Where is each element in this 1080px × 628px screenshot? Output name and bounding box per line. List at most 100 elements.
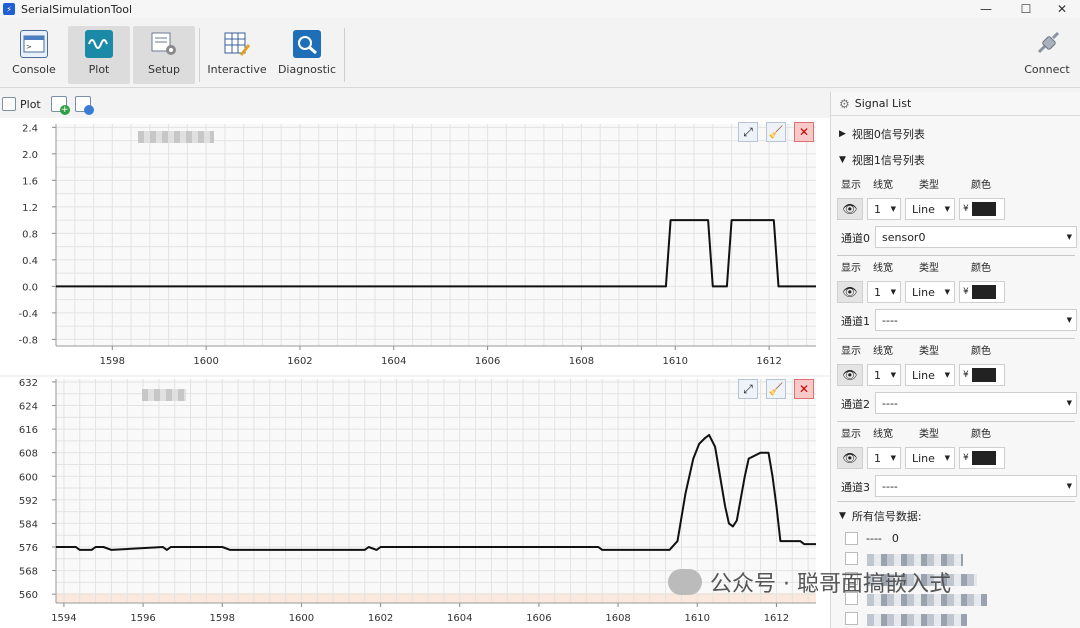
- channel-source-select[interactable]: sensor0 ▼: [875, 226, 1077, 248]
- chevron-down-icon: ¥: [963, 370, 969, 380]
- show-header: 显示: [841, 180, 861, 191]
- signal-checkbox[interactable]: [845, 552, 858, 565]
- setup-button[interactable]: Setup: [133, 26, 195, 84]
- x-tick-label: 1602: [287, 356, 312, 367]
- y-tick-label: 0.4: [22, 256, 38, 267]
- color-picker-button[interactable]: ¥: [959, 281, 1005, 303]
- signal-checkbox[interactable]: [845, 532, 858, 545]
- line-width-select[interactable]: 1 ▼: [867, 447, 901, 469]
- x-tick-label: 1598: [100, 356, 125, 367]
- x-tick-label: 1612: [756, 356, 781, 367]
- console-button[interactable]: > Console: [6, 26, 62, 84]
- signal-checkbox[interactable]: [845, 612, 858, 625]
- y-tick-label: 1.2: [22, 203, 38, 214]
- y-tick-label: 608: [19, 449, 38, 460]
- channel-label: 通道1: [841, 315, 870, 328]
- dropdown-arrow-icon: ▼: [890, 371, 896, 379]
- x-tick-label: 1600: [289, 613, 314, 624]
- line-type-select[interactable]: Line ▼: [905, 281, 955, 303]
- visibility-toggle[interactable]: 👁: [837, 364, 863, 386]
- y-tick-label: 2.0: [22, 150, 38, 161]
- color-picker-button[interactable]: ¥: [959, 198, 1005, 220]
- signal-entry[interactable]: [845, 552, 866, 565]
- color-swatch: [971, 368, 996, 382]
- y-tick-label: 2.4: [22, 123, 38, 134]
- blurred-title: [138, 131, 214, 143]
- plot-button[interactable]: Plot: [68, 26, 130, 84]
- wechat-logo-icon: [668, 569, 702, 595]
- toolbar-separator: [344, 28, 345, 82]
- channel-source-select[interactable]: ---- ▼: [875, 309, 1077, 331]
- add-plot-icon[interactable]: +: [50, 96, 70, 115]
- dropdown-arrow-icon: ▼: [1066, 233, 1072, 241]
- dropdown-arrow-icon: ▼: [944, 205, 950, 213]
- visibility-toggle[interactable]: 👁: [837, 198, 863, 220]
- line-type-select[interactable]: Line ▼: [905, 447, 955, 469]
- signal-list-panel: ⚙ Signal List ▶ 视图0信号列表 ▼ 视图1信号列表 显示 线宽 类型…: [830, 92, 1080, 628]
- diagnostic-button[interactable]: Diagnostic: [276, 26, 338, 84]
- x-tick-label: 1604: [447, 613, 472, 624]
- plot-view-0[interactable]: 2.4 2.0 1.6 1.2 0.8 0.4 0.0 -0.4 -0.8 1598 1600 160…: [0, 118, 830, 375]
- dropdown-arrow-icon: ▼: [944, 288, 950, 296]
- channel-label: 通道2: [841, 398, 870, 411]
- fit-view-button[interactable]: ⤢: [738, 379, 758, 399]
- x-tick-label: 1600: [193, 356, 218, 367]
- line-width-select[interactable]: 1 ▼: [867, 364, 901, 386]
- visibility-toggle[interactable]: 👁: [837, 447, 863, 469]
- line-width-select[interactable]: 1 ▼: [867, 198, 901, 220]
- visibility-toggle[interactable]: 👁: [837, 281, 863, 303]
- blurred-signal: [867, 554, 963, 566]
- chevron-down-icon: ¥: [963, 287, 969, 297]
- clear-plot-button[interactable]: 🧹: [766, 122, 786, 142]
- interactive-button[interactable]: Interactive: [206, 26, 268, 84]
- width-header: 线宽: [873, 263, 893, 274]
- y-tick-label: 0.8: [22, 229, 38, 240]
- plot-tab[interactable]: Plot: [2, 97, 41, 111]
- tree-view0[interactable]: ▶ 视图0信号列表: [839, 126, 925, 142]
- channel-controls: 👁 1 ▼ Line ▼ ¥: [837, 281, 1073, 303]
- maximize-button[interactable]: ☐: [1008, 0, 1044, 18]
- color-swatch: [971, 451, 996, 465]
- channel-label: 通道3: [841, 481, 870, 494]
- width-header: 线宽: [873, 180, 893, 191]
- show-header: 显示: [841, 346, 861, 357]
- plot-tab-icon: [2, 97, 16, 111]
- tree-view1[interactable]: ▼ 视图1信号列表: [839, 152, 925, 168]
- channel-controls: 👁 1 ▼ Line ▼ ¥: [837, 447, 1073, 469]
- channel-source-select[interactable]: ---- ▼: [875, 392, 1077, 414]
- fit-view-button[interactable]: ⤢: [738, 122, 758, 142]
- channel-source-select[interactable]: ---- ▼: [875, 475, 1077, 497]
- tree-all-signals[interactable]: ▼ 所有信号数据:: [839, 508, 922, 524]
- close-plot-button[interactable]: ✕: [794, 379, 814, 399]
- y-tick-label: 560: [19, 590, 38, 601]
- line-type-select[interactable]: Line ▼: [905, 364, 955, 386]
- color-picker-button[interactable]: ¥: [959, 447, 1005, 469]
- signal-entry[interactable]: [845, 612, 866, 625]
- plot-settings-icon[interactable]: [74, 96, 94, 115]
- close-plot-button[interactable]: ✕: [794, 122, 814, 142]
- waveform-icon: [85, 30, 113, 58]
- eye-icon: 👁: [842, 285, 858, 299]
- toolbar-separator: [199, 28, 200, 82]
- y-tick-label: 568: [19, 567, 38, 578]
- x-tick-label: 1602: [368, 613, 393, 624]
- signal-entry[interactable]: ---- 0: [845, 532, 899, 545]
- expand-icon: ⤢: [743, 124, 753, 139]
- color-picker-button[interactable]: ¥: [959, 364, 1005, 386]
- minimize-button[interactable]: —: [968, 0, 1004, 18]
- color-swatch: [971, 285, 996, 299]
- x-tick-label: 1610: [663, 356, 688, 367]
- dropdown-arrow-icon: ▼: [1066, 399, 1072, 407]
- clear-plot-button[interactable]: 🧹: [766, 379, 786, 399]
- y-tick-label: 1.6: [22, 176, 38, 187]
- channel-source-row: 通道2 ---- ▼: [841, 392, 1077, 414]
- close-button[interactable]: ✕: [1044, 0, 1080, 18]
- channel-divider: [837, 501, 1075, 502]
- line-type-select[interactable]: Line ▼: [905, 198, 955, 220]
- dropdown-arrow-icon: ▼: [944, 371, 950, 379]
- y-tick-label: -0.8: [18, 335, 38, 346]
- y-tick-label: 0.0: [22, 282, 38, 293]
- line-width-select[interactable]: 1 ▼: [867, 281, 901, 303]
- connect-button[interactable]: Connect: [1020, 26, 1074, 84]
- dropdown-arrow-icon: ▼: [890, 454, 896, 462]
